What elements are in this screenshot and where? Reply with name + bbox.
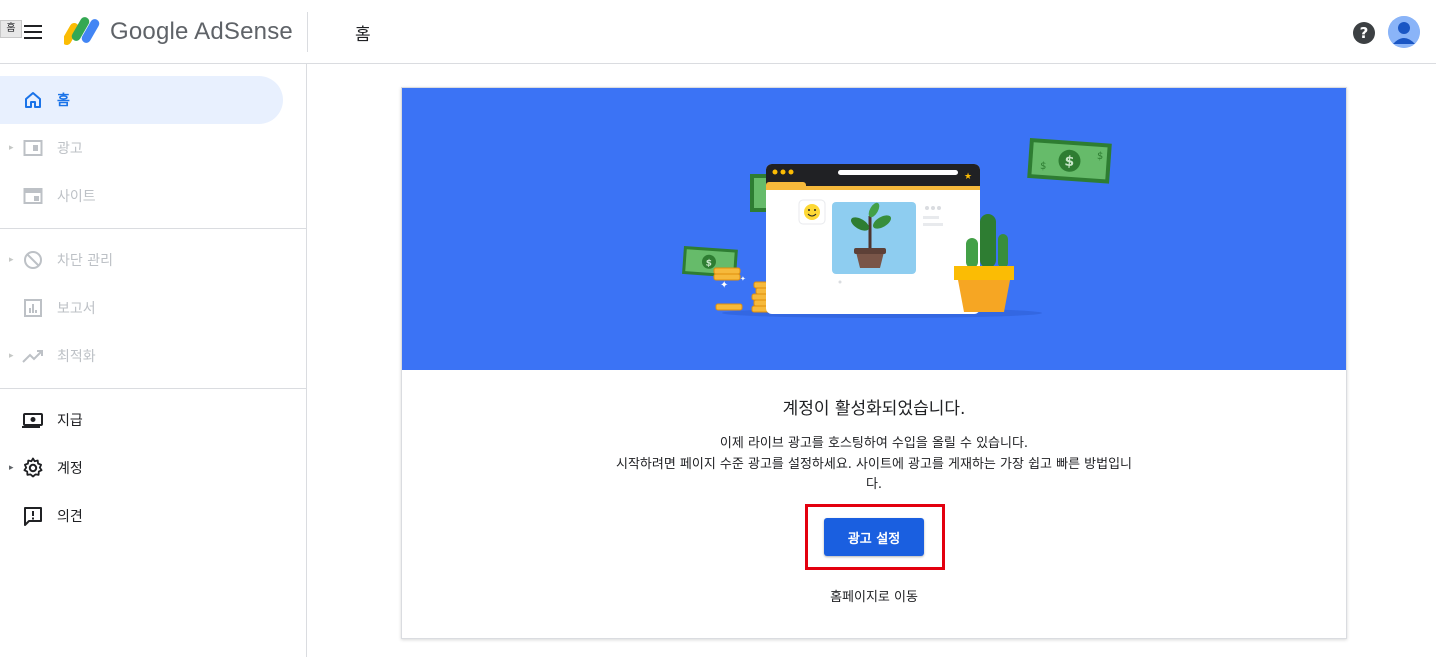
description-line: 이제 라이브 광고를 호스팅하여 수입을 올릴 수 있습니다. — [719, 436, 1029, 451]
expand-caret-icon: ▸ — [9, 351, 14, 361]
reports-icon — [22, 297, 44, 319]
optimization-icon — [22, 345, 44, 367]
sidebar-item-label: 최적화 — [57, 349, 96, 365]
avatar-person-icon — [1388, 16, 1420, 48]
sidebar-item-payments[interactable]: 지급 — [0, 396, 283, 444]
main-menu-button[interactable] — [24, 22, 44, 42]
sidebar-item-label: 차단 관리 — [57, 253, 113, 269]
svg-text:★: ★ — [964, 172, 972, 182]
sidebar: 홈 ▸ 광고 사이트 ▸ 차단 관리 보고서 ▸ 최적화 지급 ▸ 계정 의견 — [0, 64, 307, 657]
sidebar-item-label: 홈 — [57, 93, 70, 109]
sidebar-item-account[interactable]: ▸ 계정 — [0, 444, 283, 492]
page-title: 홈 — [355, 25, 371, 45]
svg-text:✦: ✦ — [740, 275, 746, 283]
sidebar-item-label: 보고서 — [57, 301, 96, 317]
svg-text:$: $ — [1097, 151, 1104, 162]
sidebar-item-label: 사이트 — [57, 189, 96, 205]
hamburger-line — [24, 25, 42, 27]
sidebar-divider — [0, 228, 307, 229]
sidebar-item-sites[interactable]: 사이트 — [0, 172, 283, 220]
svg-text:$: $ — [705, 259, 712, 269]
app-name: Google AdSense — [110, 18, 293, 45]
sidebar-item-label: 계정 — [57, 461, 83, 477]
setup-ads-button[interactable]: 광고 설정 — [824, 518, 924, 556]
illustration-image: $ $ $ $ ✦ ✦ ★ — [682, 138, 1112, 318]
ads-icon — [22, 137, 44, 159]
sidebar-item-optimization[interactable]: ▸ 최적화 — [0, 332, 283, 380]
adsense-logo-icon — [64, 17, 100, 45]
help-icon[interactable]: ? — [1353, 22, 1375, 44]
description-line: 시작하려면 페이지 수준 광고를 설정하세요. 사이트에 광고를 게재하는 가장… — [615, 456, 1133, 493]
money-bill-icon: $ $ $ — [1027, 138, 1112, 184]
sidebar-item-label: 지급 — [57, 413, 83, 429]
account-avatar[interactable] — [1388, 16, 1420, 48]
expand-caret-icon: ▸ — [9, 463, 14, 473]
sidebar-item-ads[interactable]: ▸ 광고 — [0, 124, 283, 172]
sidebar-item-home[interactable]: 홈 — [0, 76, 283, 124]
sidebar-item-blocking[interactable]: ▸ 차단 관리 — [0, 236, 283, 284]
home-icon — [22, 89, 44, 111]
feedback-icon — [22, 505, 44, 527]
expand-caret-icon: ▸ — [9, 255, 14, 265]
sidebar-item-label: 의견 — [57, 509, 83, 525]
svg-text:$: $ — [1064, 153, 1075, 170]
card-title: 계정이 활성화되었습니다. — [782, 399, 966, 419]
gear-icon — [22, 457, 44, 479]
sites-icon — [22, 185, 44, 207]
top-app-bar: 홈 Google AdSense 홈 ? — [0, 0, 1436, 64]
payments-icon — [22, 409, 44, 431]
svg-text:$: $ — [1040, 161, 1047, 172]
sidebar-item-label: 광고 — [57, 141, 83, 157]
block-icon — [22, 249, 44, 271]
header-divider — [307, 12, 308, 52]
hamburger-line — [24, 37, 42, 39]
account-activated-card: $ $ $ $ ✦ ✦ ★ 계정이 활성화되었습니다. 이제 라이브 광고를 호… — [401, 87, 1347, 639]
go-to-homepage-link[interactable]: 홈페이지로 이동 — [402, 586, 1346, 605]
hero-illustration: $ $ $ $ ✦ ✦ ★ — [402, 88, 1346, 370]
svg-text:✦: ✦ — [720, 280, 728, 291]
sidebar-divider — [0, 388, 307, 389]
card-description: 이제 라이브 광고를 호스팅하여 수입을 올릴 수 있습니다. 시작하려면 페이… — [612, 434, 1136, 496]
expand-caret-icon: ▸ — [9, 143, 14, 153]
browser-window-icon: ★ — [766, 164, 980, 314]
sidebar-item-reports[interactable]: 보고서 — [0, 284, 283, 332]
hamburger-line — [24, 31, 42, 33]
tooltip: 홈 — [0, 20, 22, 38]
sidebar-item-feedback[interactable]: 의견 — [0, 492, 283, 540]
